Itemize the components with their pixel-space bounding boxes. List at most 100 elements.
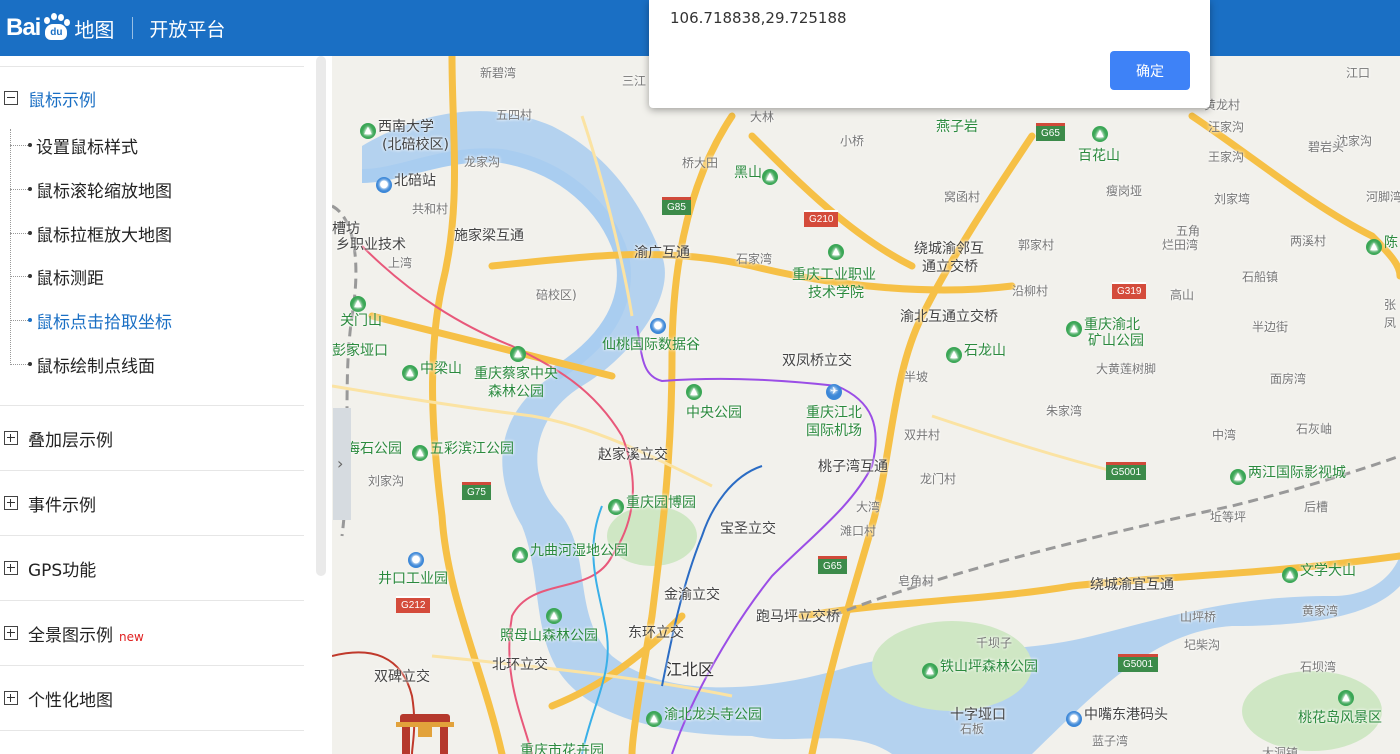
map-label: 双井村	[904, 428, 941, 442]
industrial-icon: ●	[408, 552, 424, 568]
map-label: 矿山公园	[1088, 333, 1144, 349]
map-label: ●	[408, 548, 426, 568]
ok-button[interactable]: 确定	[1110, 51, 1190, 90]
map-label: 绕城渝宜互通	[1090, 577, 1174, 593]
road-shield: G319	[1112, 282, 1147, 299]
sidebar-toggle[interactable]: ›	[333, 408, 351, 520]
park-icon: ▲	[510, 346, 526, 362]
sidebar-scrollbar[interactable]	[316, 56, 326, 754]
map-label: 郭家村	[1018, 238, 1055, 252]
park-icon: ▲	[1282, 567, 1298, 583]
map-label: 圮柴沟	[1184, 638, 1221, 652]
paw-icon: du	[41, 13, 71, 43]
collapse-icon[interactable]	[4, 91, 18, 105]
map-label: 小桥	[840, 134, 865, 148]
road-shield: G85	[662, 197, 691, 215]
map-label: 关门山	[340, 313, 382, 329]
sidebar-item-box-zoom[interactable]: 鼠标拉框放大地图	[10, 215, 172, 251]
map-label: 通立交桥	[922, 259, 978, 275]
map-label: 刘家塆	[1214, 192, 1251, 206]
expand-icon[interactable]	[4, 626, 18, 640]
map-label: 赵家溪立交	[598, 447, 668, 463]
map-label: 江口	[1346, 66, 1371, 80]
map-label: 皂角村	[898, 574, 935, 588]
map-label: 河脚湾	[1366, 190, 1400, 204]
map-label: 照母山森林公园	[500, 628, 598, 644]
map-label: 大湾	[856, 500, 881, 514]
expand-icon[interactable]	[4, 496, 18, 510]
map-label: 东环立交	[628, 625, 684, 641]
sidebar: 鼠标示例 设置鼠标样式 鼠标滚轮缩放地图 鼠标拉框放大地图 鼠标测距 鼠标点击拾…	[0, 56, 332, 754]
park-icon: ▲	[1338, 690, 1354, 706]
map-label: 共和村	[412, 202, 449, 216]
map-label: ▲	[1338, 686, 1356, 706]
map-label: 龙门村	[920, 472, 957, 486]
map-label: 双碑立交	[374, 669, 430, 685]
map-label: 燕子岩	[936, 119, 978, 135]
sidebar-item-wheel-zoom[interactable]: 鼠标滚轮缩放地图	[10, 171, 172, 207]
expand-icon[interactable]	[4, 431, 18, 445]
map-label: 半坡	[904, 370, 929, 384]
mountain-icon: ▲	[762, 169, 778, 185]
map-label: 石船镇	[1242, 270, 1279, 284]
group-label: 个性化地图	[28, 690, 113, 711]
map-label: 滩口村	[840, 524, 877, 538]
park-icon: ▲	[608, 499, 624, 515]
park-icon: ▲	[946, 347, 962, 363]
map-label: ▲ 两江国际影视城	[1230, 462, 1346, 485]
group-mouse-examples[interactable]: 鼠标示例	[0, 66, 304, 130]
map-label: 千坝子	[976, 636, 1013, 650]
map-label: ● 中嘴东港码头	[1066, 704, 1168, 727]
map-label: 王家沟	[1208, 150, 1245, 164]
group-custom-map[interactable]: 个性化地图	[0, 666, 304, 731]
expand-icon[interactable]	[4, 691, 18, 705]
sidebar-item-label: 鼠标绘制点线面	[36, 356, 155, 377]
expand-icon[interactable]	[4, 561, 18, 575]
map-label: 碧岩头	[1308, 140, 1345, 154]
sidebar-item-label: 鼠标滚轮缩放地图	[36, 181, 172, 202]
map-label: 五四村	[496, 108, 533, 122]
map-label: 汪家沟	[1208, 120, 1245, 134]
map-label: 双凤桥立交	[782, 353, 852, 369]
map-label: 蓝子湾	[1092, 734, 1129, 748]
group-event-examples[interactable]: 事件示例	[0, 471, 304, 536]
map-label: ▲ 渝北龙头寺公园	[646, 704, 762, 727]
group-gps[interactable]: GPS功能	[0, 536, 304, 601]
road-shield: G212	[396, 596, 431, 613]
university-icon: ▲	[360, 123, 376, 139]
group-panorama[interactable]: 全景图示例 new	[0, 601, 304, 666]
map-label: 高山	[1170, 288, 1195, 302]
sidebar-item-draw[interactable]: 鼠标绘制点线面	[10, 346, 155, 382]
map-label: 碚校区)	[536, 288, 577, 302]
park-icon: ▲	[1066, 321, 1082, 337]
group-overlay-examples[interactable]: 叠加层示例	[0, 406, 304, 471]
map-label: 面房湾	[1270, 372, 1307, 386]
map-label: 重庆蔡家中央	[474, 366, 558, 382]
scrollbar-thumb[interactable]	[316, 56, 326, 576]
map-label: ▲ 中梁山	[402, 358, 462, 381]
map-label: ▲	[546, 604, 564, 624]
map-label: 石板	[960, 722, 985, 736]
map-label: 三江	[622, 74, 647, 88]
header-separator	[132, 17, 134, 39]
map-canvas[interactable]: 新碧湾 三江 五四村 ▲ 西南大学 (北碚校区) 龙家沟 ● 北碚站 共和村 施家梁…	[332, 56, 1400, 754]
map-label: 江北区	[666, 660, 715, 679]
logo-du-text: du	[45, 24, 68, 40]
park-icon: ▲	[1366, 239, 1382, 255]
college-icon: ▲	[828, 244, 844, 260]
map-label: 施家梁互通	[454, 228, 524, 244]
map-label: 大林	[750, 110, 775, 124]
map-label: ▲	[510, 342, 528, 362]
baidu-map-logo[interactable]: Bai du 地图 开放平台	[6, 12, 225, 44]
open-platform-title[interactable]: 开放平台	[149, 15, 225, 42]
map-label: 海石公园	[346, 441, 402, 457]
sidebar-item-pick-coordinate[interactable]: 鼠标点击拾取坐标	[10, 302, 172, 338]
sidebar-item-set-cursor[interactable]: 设置鼠标样式	[10, 127, 138, 163]
park-icon: ▲	[1092, 126, 1108, 142]
map-label: 中央公园	[686, 405, 742, 421]
sidebar-item-measure[interactable]: 鼠标测距	[10, 258, 104, 294]
map-label: 渝北互通立交桥	[900, 309, 998, 325]
sidebar-item-label: 设置鼠标样式	[36, 137, 138, 158]
chevron-right-icon: ›	[337, 454, 344, 473]
coordinate-alert-dialog: 106.718838,29.725188 确定	[649, 0, 1210, 108]
